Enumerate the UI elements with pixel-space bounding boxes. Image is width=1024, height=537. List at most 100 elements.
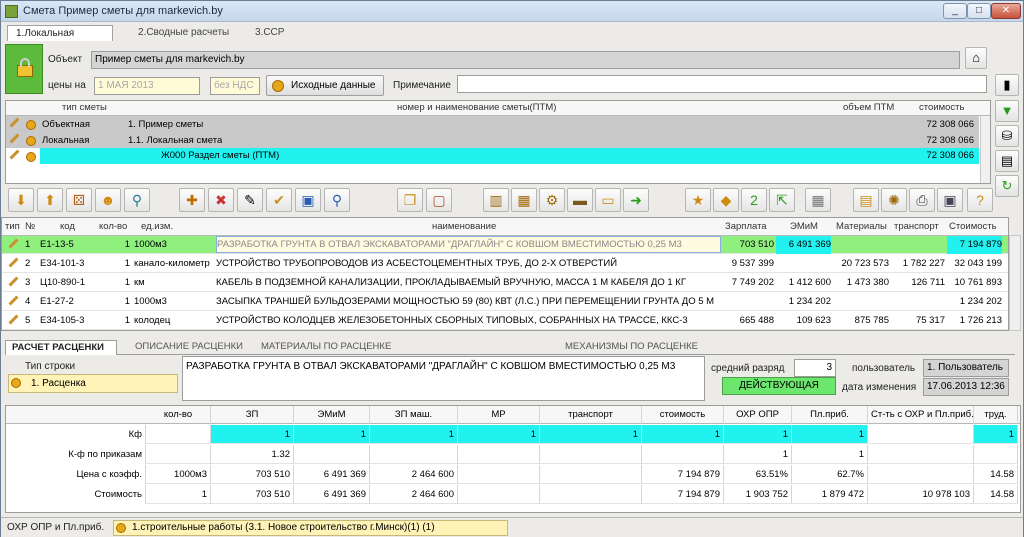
- calc-cell[interactable]: 14.58: [974, 465, 1018, 484]
- calc-cell[interactable]: 1.32: [211, 445, 294, 464]
- calc-cell[interactable]: [370, 445, 458, 464]
- rate-description-field[interactable]: РАЗРАБОТКА ГРУНТА В ОТВАЛ ЭКСКАВАТОРАМИ …: [182, 356, 705, 401]
- calc-cell[interactable]: 1: [642, 425, 724, 444]
- items-scrollbar[interactable]: [1009, 235, 1021, 331]
- calculator-icon[interactable]: ▦: [805, 188, 831, 212]
- database-icon[interactable]: ⛁: [995, 125, 1019, 147]
- truck-icon[interactable]: ▬: [567, 188, 593, 212]
- calc-cell[interactable]: 7 194 879: [642, 485, 724, 504]
- arrow-down-icon[interactable]: ▼: [995, 100, 1019, 122]
- house-icon[interactable]: ⌂: [965, 47, 987, 69]
- tab-rate-description[interactable]: ОПИСАНИЕ РАСЦЕНКИ: [129, 340, 249, 355]
- lock-toggle[interactable]: [5, 44, 43, 94]
- minimize-button[interactable]: _: [943, 3, 967, 19]
- calc-cell[interactable]: 1: [211, 425, 294, 444]
- map-icon[interactable]: ▤: [853, 188, 879, 212]
- tab-local-estimate[interactable]: 1.Локальная смета: [7, 25, 113, 54]
- tab-rate-calc[interactable]: РАСЧЕТ РАСЦЕНКИ: [5, 340, 117, 355]
- diamond-icon[interactable]: ◆: [713, 188, 739, 212]
- calc-cell[interactable]: 1: [724, 425, 792, 444]
- calc-cell[interactable]: [868, 425, 974, 444]
- number-icon[interactable]: 2: [741, 188, 767, 212]
- scrollbar[interactable]: [980, 116, 990, 183]
- document-icon[interactable]: ▤: [995, 150, 1019, 172]
- calc-cell[interactable]: 1: [458, 425, 540, 444]
- calc-cell[interactable]: 7 194 879: [642, 465, 724, 484]
- calc-cell[interactable]: 6 491 369: [294, 465, 370, 484]
- calc-cell[interactable]: [974, 445, 1018, 464]
- calc-cell[interactable]: 1: [792, 445, 868, 464]
- status-value[interactable]: 1.строительные работы (3.1. Новое строит…: [113, 520, 508, 536]
- calc-cell[interactable]: [540, 465, 642, 484]
- calc-cell[interactable]: 63.51%: [724, 465, 792, 484]
- settings-icon[interactable]: ✺: [881, 188, 907, 212]
- tab-rate-machines[interactable]: МЕХАНИЗМЫ ПО РАСЦЕНКЕ: [559, 340, 704, 355]
- calc-cell[interactable]: 1 903 752: [724, 485, 792, 504]
- calc-cell[interactable]: [642, 445, 724, 464]
- note-icon[interactable]: ▭: [595, 188, 621, 212]
- tab-ssr[interactable]: 3.ССР: [247, 25, 297, 41]
- refresh-icon[interactable]: ↻: [995, 175, 1019, 197]
- user-search-icon[interactable]: ⚲: [124, 188, 150, 212]
- calc-cell[interactable]: 2 464 600: [370, 465, 458, 484]
- item-row[interactable]: 2 Е34-101-3 1 канало-километр УСТРОЙСТВО ТРУ…: [2, 255, 1008, 273]
- prices-date-field[interactable]: 1 МАЯ 2013: [94, 77, 200, 95]
- calc-cell[interactable]: [540, 445, 642, 464]
- calc-cell[interactable]: [146, 445, 211, 464]
- tab-summary[interactable]: 2.Сводные расчеты: [130, 25, 240, 41]
- estimate-row-selected[interactable]: Ж000 Раздел сметы (ПТМ) 72 308 066: [6, 148, 979, 166]
- copy-icon[interactable]: ❐: [397, 188, 423, 212]
- item-row[interactable]: 5 Е34-105-3 1 колодец УСТРОЙСТВО КОЛОДЦЕВ ЖЕ…: [2, 312, 1008, 330]
- calc-cell[interactable]: 1: [792, 425, 868, 444]
- calc-cell[interactable]: [294, 445, 370, 464]
- calc-cell[interactable]: [146, 425, 211, 444]
- vat-field[interactable]: без НДС: [210, 77, 260, 95]
- object-field[interactable]: Пример сметы для markevich.by: [91, 51, 960, 69]
- calc-cell[interactable]: 2 464 600: [370, 485, 458, 504]
- avg-grade-field[interactable]: 3: [794, 359, 836, 377]
- user-field[interactable]: 1. Пользователь: [923, 359, 1009, 377]
- edit-icon[interactable]: ✎: [237, 188, 263, 212]
- row-type-field[interactable]: 1. Расценка: [8, 374, 178, 393]
- calc-cell[interactable]: [868, 445, 974, 464]
- calc-cell[interactable]: 1: [724, 445, 792, 464]
- star-icon[interactable]: ★: [685, 188, 711, 212]
- move-down-icon[interactable]: ⬇: [8, 188, 34, 212]
- source-data-button[interactable]: Исходные данные: [266, 75, 384, 96]
- calc-cell[interactable]: 1: [540, 425, 642, 444]
- delete-icon[interactable]: ✖: [208, 188, 234, 212]
- help-icon[interactable]: ?: [967, 188, 993, 212]
- box-icon[interactable]: ▦: [511, 188, 537, 212]
- tab-rate-materials[interactable]: МАТЕРИАЛЫ ПО РАСЦЕНКЕ: [255, 340, 397, 355]
- note-field[interactable]: [457, 75, 987, 93]
- calc-cell[interactable]: 1: [294, 425, 370, 444]
- export-icon[interactable]: ⇱: [769, 188, 795, 212]
- books-icon[interactable]: ▥: [483, 188, 509, 212]
- user-icon[interactable]: ☻: [95, 188, 121, 212]
- item-row[interactable]: 3 Ц10-890-1 1 км КАБЕЛЬ В ПОДЗЕМНОЙ КАНАЛИЗА…: [2, 274, 1008, 292]
- check-icon[interactable]: ✔: [266, 188, 292, 212]
- close-button[interactable]: ✕: [991, 3, 1021, 19]
- forward-icon[interactable]: ➜: [623, 188, 649, 212]
- calc-cell[interactable]: 1: [974, 425, 1018, 444]
- calc-cell[interactable]: 1 879 472: [792, 485, 868, 504]
- search-icon[interactable]: ⚲: [324, 188, 350, 212]
- image-edit-icon[interactable]: ▣: [295, 188, 321, 212]
- chart-icon[interactable]: ▮: [995, 74, 1019, 96]
- calc-cell[interactable]: [458, 465, 540, 484]
- calc-cell[interactable]: 703 510: [211, 485, 294, 504]
- calc-cell[interactable]: [458, 485, 540, 504]
- move-up-icon[interactable]: ⬆: [37, 188, 63, 212]
- calc-cell[interactable]: [540, 485, 642, 504]
- item-row[interactable]: 4 Е1-27-2 1 1000м3 ЗАСЫПКА ТРАНШЕЙ БУЛЬДОЗЕР…: [2, 293, 1008, 311]
- dice-icon[interactable]: ⚄: [66, 188, 92, 212]
- item-row[interactable]: 1 Е1-13-5 1 1000м3 РАЗРАБОТКА ГРУНТА В ОТВАЛ…: [2, 236, 1008, 254]
- calc-cell[interactable]: 10 978 103: [868, 485, 974, 504]
- calc-cell[interactable]: 6 491 369: [294, 485, 370, 504]
- calc-cell[interactable]: 1: [370, 425, 458, 444]
- save-icon[interactable]: ▣: [937, 188, 963, 212]
- calc-cell[interactable]: 1: [146, 485, 211, 504]
- insert-icon[interactable]: ✚: [179, 188, 205, 212]
- printer-icon[interactable]: ⎙: [909, 188, 935, 212]
- gear-icon[interactable]: ⚙: [539, 188, 565, 212]
